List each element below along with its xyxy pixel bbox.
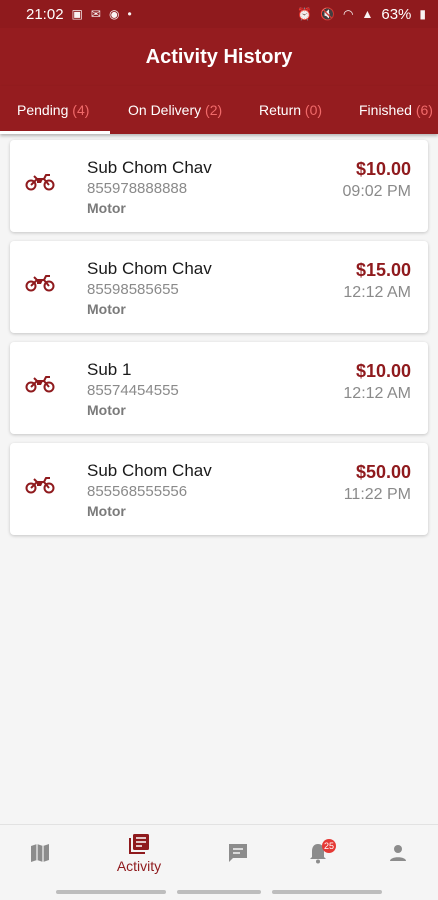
back-button[interactable]: [272, 890, 382, 894]
customer-phone: 85574454555: [87, 382, 179, 399]
customer-name: Sub Chom Chav: [87, 158, 212, 177]
wifi-icon: ◠: [342, 7, 354, 21]
tab-count: (0): [304, 102, 323, 118]
status-bar: 21:02 ▣ ✉ ◉ • ⏰ 🔇 ◠ ▲ 63% ▮: [0, 0, 438, 28]
order-price: $50.00: [355, 462, 411, 482]
notification-badge: 25: [322, 839, 337, 853]
dot-icon: •: [127, 7, 132, 21]
customer-phone: 85598585655: [87, 281, 179, 298]
order-card[interactable]: Sub Chom Chav 855568555556 Motor $50.00 …: [10, 443, 428, 535]
page-title: Activity History: [145, 45, 293, 68]
order-price: $15.00: [355, 260, 411, 280]
tab-label: On Delivery: [128, 102, 202, 118]
order-price: $10.00: [355, 361, 411, 381]
order-card[interactable]: Sub 1 85574454555 Motor $10.00 12:12 AM: [10, 342, 428, 434]
order-card[interactable]: Sub Chom Chav 855978888888 Motor $10.00 …: [10, 140, 428, 232]
order-time: 09:02 PM: [342, 183, 411, 200]
mute-icon: 🔇: [320, 7, 335, 21]
person-icon: [390, 845, 406, 861]
signal-icon: ▲: [361, 7, 374, 21]
status-time: 21:02: [26, 5, 64, 23]
nav-activity[interactable]: Activity: [109, 825, 169, 881]
order-time: 12:12 AM: [343, 284, 411, 301]
motorbike-icon: [25, 174, 55, 191]
chat-icon: [229, 844, 247, 862]
order-card[interactable]: Sub Chom Chav 85598585655 Motor $15.00 1…: [10, 241, 428, 333]
tab-count: (6): [415, 102, 433, 118]
battery-level: 63%: [381, 5, 412, 23]
motorbike-icon: [25, 477, 55, 494]
nav-messages[interactable]: [208, 825, 268, 881]
motorbike-icon: [25, 376, 55, 393]
map-icon: [31, 844, 49, 862]
vehicle-type: Motor: [87, 301, 126, 317]
app-bar: Activity History: [0, 28, 438, 86]
customer-name: Sub Chom Chav: [87, 259, 212, 278]
nav-notifications[interactable]: 25: [288, 825, 348, 881]
gallery-icon: ▣: [71, 7, 83, 21]
order-time: 12:12 AM: [343, 385, 411, 402]
nav-map[interactable]: [10, 825, 70, 881]
customer-name: Sub 1: [87, 360, 132, 379]
vehicle-type: Motor: [87, 402, 126, 418]
tab-finished[interactable]: Finished (6): [359, 86, 433, 134]
alarm-icon: ⏰: [297, 7, 313, 21]
battery-icon: ▮: [419, 7, 426, 21]
tab-label: Return: [259, 102, 302, 118]
tab-on-delivery[interactable]: On Delivery (2): [128, 86, 222, 134]
tab-bar: Pending (4) On Delivery (2) Return (0) F…: [0, 86, 438, 134]
vehicle-type: Motor: [87, 200, 126, 216]
customer-name: Sub Chom Chav: [87, 461, 212, 480]
recent-apps-button[interactable]: [56, 890, 166, 894]
motorbike-icon: [25, 275, 55, 292]
home-button[interactable]: [177, 890, 261, 894]
tab-label: Finished: [359, 102, 412, 118]
order-price: $10.00: [355, 159, 411, 179]
order-time: 11:22 PM: [343, 486, 411, 503]
tab-indicator: [0, 131, 110, 134]
tab-label: Pending: [17, 102, 69, 118]
tab-count: (4): [72, 102, 90, 118]
mail-icon: ✉: [90, 7, 101, 21]
nav-profile[interactable]: [368, 825, 428, 881]
nav-activity-label: Activity: [116, 858, 162, 874]
order-list: Sub Chom Chav 855978888888 Motor $10.00 …: [10, 140, 428, 544]
customer-phone: 855978888888: [87, 180, 188, 197]
tab-pending[interactable]: Pending (4): [17, 86, 89, 134]
system-navigation-bar: [0, 880, 438, 900]
activity-icon: [129, 834, 149, 854]
vehicle-type: Motor: [87, 503, 126, 519]
messenger-icon: ◉: [108, 7, 120, 21]
customer-phone: 855568555556: [87, 483, 188, 500]
tab-return[interactable]: Return (0): [259, 86, 322, 134]
tab-count: (2): [205, 102, 223, 118]
bottom-navigation: Activity 25: [0, 824, 438, 880]
